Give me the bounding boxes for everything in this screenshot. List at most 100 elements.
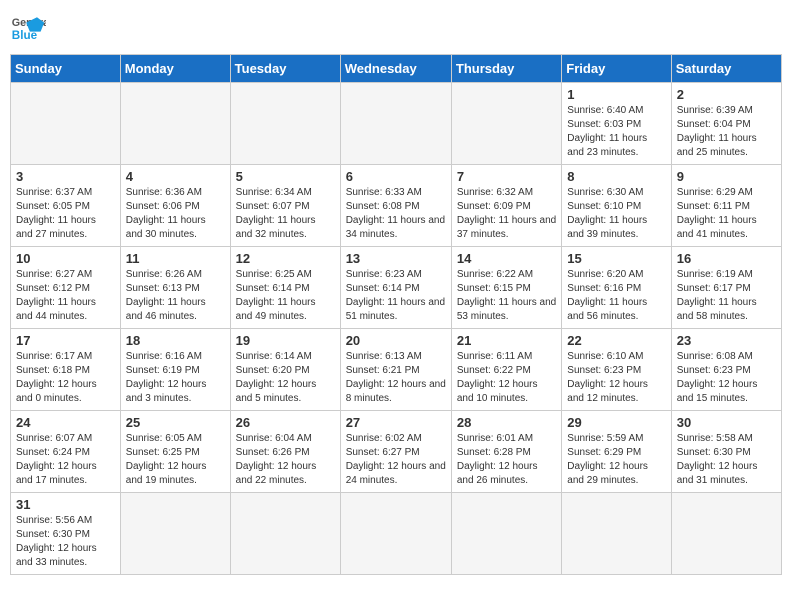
weekday-header-friday: Friday <box>562 55 671 83</box>
calendar-cell: 18 Sunrise: 6:16 AM Sunset: 6:19 PM Dayli… <box>120 329 230 411</box>
calendar-cell: 16 Sunrise: 6:19 AM Sunset: 6:17 PM Dayli… <box>671 247 781 329</box>
day-number: 22 <box>567 333 665 348</box>
calendar-cell: 15Sunrise: 6:20 AM Sunset: 6:16 PM Dayli… <box>562 247 671 329</box>
calendar-cell: 3Sunrise: 6:37 AM Sunset: 6:05 PM Daylig… <box>11 165 121 247</box>
calendar-cell: 28Sunrise: 6:01 AM Sunset: 6:28 PM Dayli… <box>451 411 561 493</box>
calendar-cell: 25 Sunrise: 6:05 AM Sunset: 6:25 PM Dayli… <box>120 411 230 493</box>
calendar-cell: 14 Sunrise: 6:22 AM Sunset: 6:15 PM Dayli… <box>451 247 561 329</box>
day-number: 16 <box>677 251 776 266</box>
calendar-week-2: 3Sunrise: 6:37 AM Sunset: 6:05 PM Daylig… <box>11 165 782 247</box>
day-info: Sunrise: 6:32 AM Sunset: 6:09 PM Dayligh… <box>457 186 556 242</box>
weekday-header-tuesday: Tuesday <box>230 55 340 83</box>
day-number: 20 <box>346 333 446 348</box>
day-info: Sunrise: 6:40 AM Sunset: 6:03 PM Dayligh… <box>567 104 665 160</box>
calendar-cell: 1 Sunrise: 6:40 AM Sunset: 6:03 PM Daylig… <box>562 83 671 165</box>
day-info: Sunrise: 6:04 AM Sunset: 6:26 PM Dayligh… <box>236 432 335 488</box>
calendar-cell <box>451 83 561 165</box>
calendar-cell: 6 Sunrise: 6:33 AM Sunset: 6:08 PM Daylig… <box>340 165 451 247</box>
calendar-cell <box>120 83 230 165</box>
weekday-header-saturday: Saturday <box>671 55 781 83</box>
calendar-cell <box>671 493 781 575</box>
day-info: Sunrise: 6:22 AM Sunset: 6:15 PM Dayligh… <box>457 268 556 324</box>
day-number: 30 <box>677 415 776 430</box>
weekday-header-row: SundayMondayTuesdayWednesdayThursdayFrid… <box>11 55 782 83</box>
calendar-cell: 7 Sunrise: 6:32 AM Sunset: 6:09 PM Daylig… <box>451 165 561 247</box>
day-number: 3 <box>16 169 115 184</box>
day-number: 21 <box>457 333 556 348</box>
page-header: General Blue <box>10 10 782 46</box>
calendar-cell: 4Sunrise: 6:36 AM Sunset: 6:06 PM Daylig… <box>120 165 230 247</box>
day-number: 2 <box>677 87 776 102</box>
calendar-cell: 19Sunrise: 6:14 AM Sunset: 6:20 PM Dayli… <box>230 329 340 411</box>
day-info: Sunrise: 6:19 AM Sunset: 6:17 PM Dayligh… <box>677 268 776 324</box>
day-number: 14 <box>457 251 556 266</box>
day-info: Sunrise: 6:26 AM Sunset: 6:13 PM Dayligh… <box>126 268 225 324</box>
day-info: Sunrise: 6:14 AM Sunset: 6:20 PM Dayligh… <box>236 350 335 406</box>
day-number: 10 <box>16 251 115 266</box>
day-number: 7 <box>457 169 556 184</box>
day-info: Sunrise: 6:13 AM Sunset: 6:21 PM Dayligh… <box>346 350 446 406</box>
day-number: 5 <box>236 169 335 184</box>
day-info: Sunrise: 6:30 AM Sunset: 6:10 PM Dayligh… <box>567 186 665 242</box>
day-info: Sunrise: 6:11 AM Sunset: 6:22 PM Dayligh… <box>457 350 556 406</box>
calendar-cell: 11Sunrise: 6:26 AM Sunset: 6:13 PM Dayli… <box>120 247 230 329</box>
logo-icon: General Blue <box>10 10 46 46</box>
day-number: 24 <box>16 415 115 430</box>
day-number: 17 <box>16 333 115 348</box>
calendar-cell <box>562 493 671 575</box>
calendar-cell <box>11 83 121 165</box>
day-info: Sunrise: 6:33 AM Sunset: 6:08 PM Dayligh… <box>346 186 446 242</box>
calendar-cell <box>230 83 340 165</box>
calendar-cell: 17 Sunrise: 6:17 AM Sunset: 6:18 PM Dayli… <box>11 329 121 411</box>
calendar-cell <box>340 493 451 575</box>
day-info: Sunrise: 6:36 AM Sunset: 6:06 PM Dayligh… <box>126 186 225 242</box>
day-info: Sunrise: 6:27 AM Sunset: 6:12 PM Dayligh… <box>16 268 115 324</box>
day-info: Sunrise: 5:58 AM Sunset: 6:30 PM Dayligh… <box>677 432 776 488</box>
day-info: Sunrise: 5:56 AM Sunset: 6:30 PM Dayligh… <box>16 514 115 570</box>
calendar-cell: 31Sunrise: 5:56 AM Sunset: 6:30 PM Dayli… <box>11 493 121 575</box>
calendar-cell: 13 Sunrise: 6:23 AM Sunset: 6:14 PM Dayli… <box>340 247 451 329</box>
day-info: Sunrise: 6:29 AM Sunset: 6:11 PM Dayligh… <box>677 186 776 242</box>
calendar-table: SundayMondayTuesdayWednesdayThursdayFrid… <box>10 54 782 575</box>
day-info: Sunrise: 6:16 AM Sunset: 6:19 PM Dayligh… <box>126 350 225 406</box>
day-number: 13 <box>346 251 446 266</box>
calendar-cell: 21 Sunrise: 6:11 AM Sunset: 6:22 PM Dayli… <box>451 329 561 411</box>
weekday-header-wednesday: Wednesday <box>340 55 451 83</box>
day-number: 25 <box>126 415 225 430</box>
calendar-cell: 27Sunrise: 6:02 AM Sunset: 6:27 PM Dayli… <box>340 411 451 493</box>
day-info: Sunrise: 6:05 AM Sunset: 6:25 PM Dayligh… <box>126 432 225 488</box>
day-info: Sunrise: 6:10 AM Sunset: 6:23 PM Dayligh… <box>567 350 665 406</box>
calendar-week-4: 17 Sunrise: 6:17 AM Sunset: 6:18 PM Dayli… <box>11 329 782 411</box>
weekday-header-thursday: Thursday <box>451 55 561 83</box>
logo: General Blue <box>10 10 46 46</box>
calendar-cell: 8Sunrise: 6:30 AM Sunset: 6:10 PM Daylig… <box>562 165 671 247</box>
calendar-cell: 22 Sunrise: 6:10 AM Sunset: 6:23 PM Dayli… <box>562 329 671 411</box>
calendar-cell: 2 Sunrise: 6:39 AM Sunset: 6:04 PM Daylig… <box>671 83 781 165</box>
weekday-header-monday: Monday <box>120 55 230 83</box>
calendar-week-5: 24Sunrise: 6:07 AM Sunset: 6:24 PM Dayli… <box>11 411 782 493</box>
calendar-cell: 23Sunrise: 6:08 AM Sunset: 6:23 PM Dayli… <box>671 329 781 411</box>
day-number: 9 <box>677 169 776 184</box>
day-number: 18 <box>126 333 225 348</box>
weekday-header-sunday: Sunday <box>11 55 121 83</box>
day-number: 15 <box>567 251 665 266</box>
day-info: Sunrise: 6:23 AM Sunset: 6:14 PM Dayligh… <box>346 268 446 324</box>
day-number: 6 <box>346 169 446 184</box>
calendar-cell: 30 Sunrise: 5:58 AM Sunset: 6:30 PM Dayli… <box>671 411 781 493</box>
day-info: Sunrise: 6:25 AM Sunset: 6:14 PM Dayligh… <box>236 268 335 324</box>
calendar-cell <box>451 493 561 575</box>
calendar-cell: 9 Sunrise: 6:29 AM Sunset: 6:11 PM Daylig… <box>671 165 781 247</box>
day-info: Sunrise: 6:17 AM Sunset: 6:18 PM Dayligh… <box>16 350 115 406</box>
day-info: Sunrise: 6:39 AM Sunset: 6:04 PM Dayligh… <box>677 104 776 160</box>
day-number: 1 <box>567 87 665 102</box>
calendar-week-6: 31Sunrise: 5:56 AM Sunset: 6:30 PM Dayli… <box>11 493 782 575</box>
calendar-cell: 20 Sunrise: 6:13 AM Sunset: 6:21 PM Dayli… <box>340 329 451 411</box>
calendar-week-1: 1 Sunrise: 6:40 AM Sunset: 6:03 PM Daylig… <box>11 83 782 165</box>
day-number: 26 <box>236 415 335 430</box>
calendar-cell: 24Sunrise: 6:07 AM Sunset: 6:24 PM Dayli… <box>11 411 121 493</box>
day-info: Sunrise: 6:01 AM Sunset: 6:28 PM Dayligh… <box>457 432 556 488</box>
day-info: Sunrise: 6:02 AM Sunset: 6:27 PM Dayligh… <box>346 432 446 488</box>
calendar-cell <box>230 493 340 575</box>
day-info: Sunrise: 5:59 AM Sunset: 6:29 PM Dayligh… <box>567 432 665 488</box>
calendar-cell: 26 Sunrise: 6:04 AM Sunset: 6:26 PM Dayli… <box>230 411 340 493</box>
